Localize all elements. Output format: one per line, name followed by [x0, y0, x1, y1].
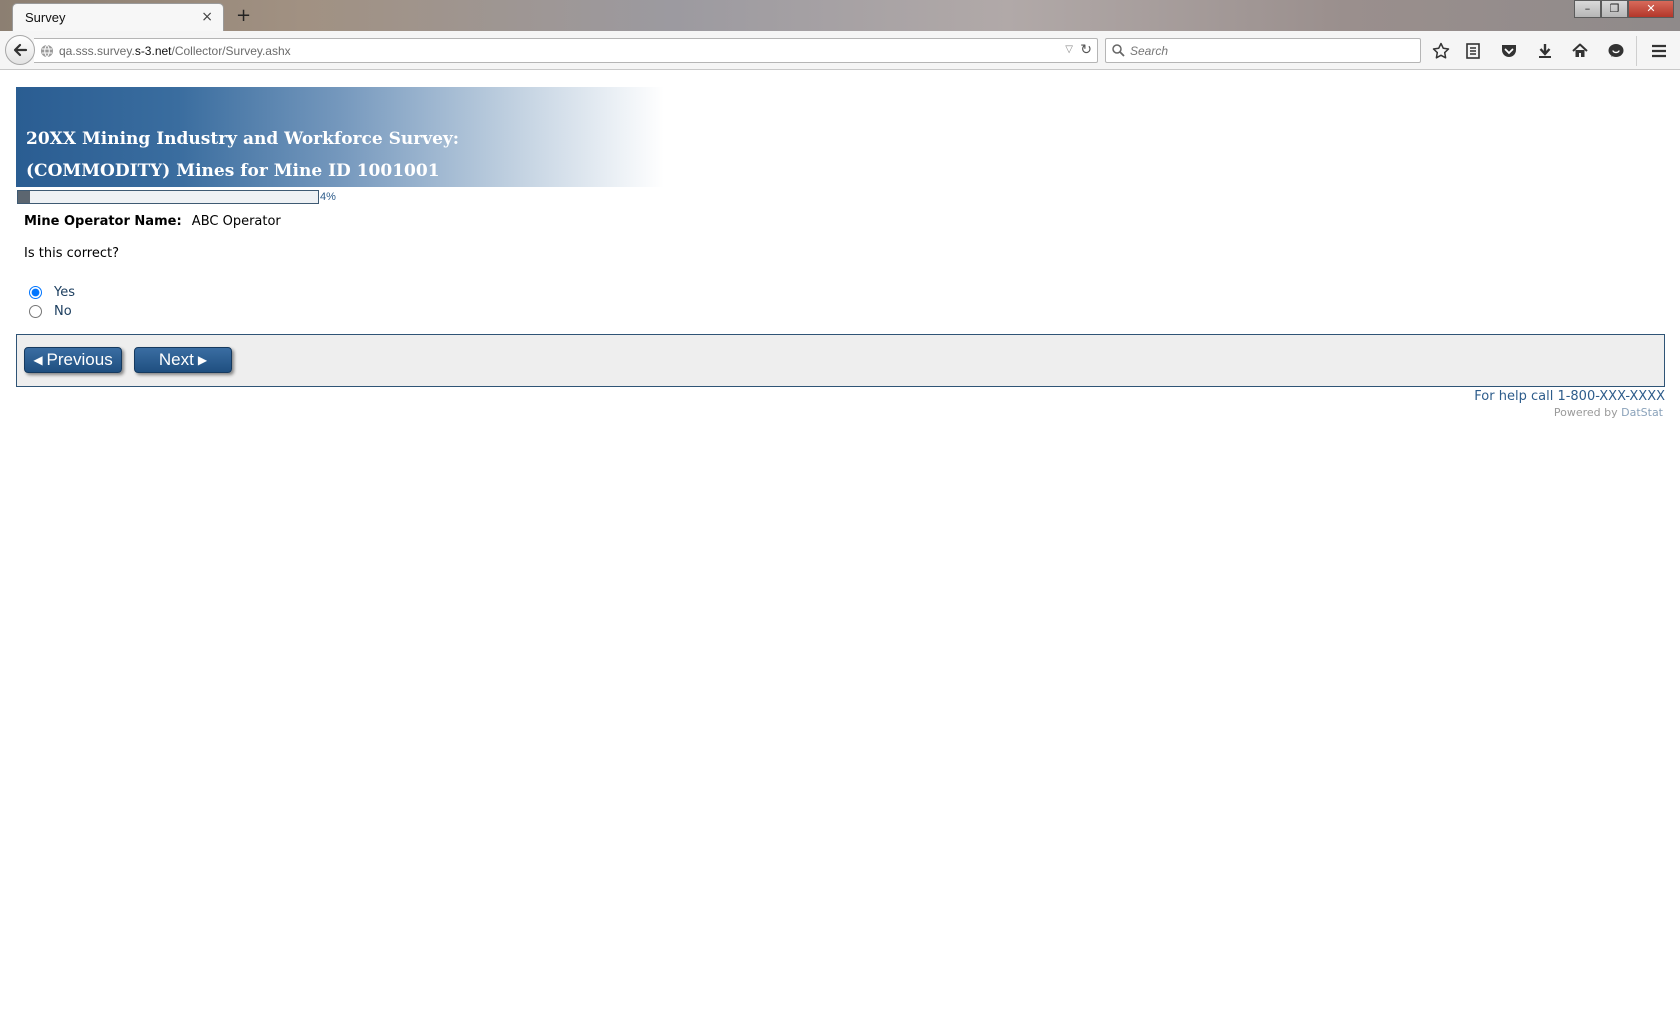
bookmark-star-icon[interactable]: [1430, 40, 1452, 62]
menu-hamburger-icon[interactable]: [1648, 40, 1670, 62]
progress-bar: [17, 190, 319, 204]
survey-page: 20XX Mining Industry and Workforce Surve…: [16, 87, 1665, 419]
url-text[interactable]: qa.sss.survey.s-3.net/Collector/Survey.a…: [59, 44, 291, 58]
restore-button[interactable]: ❐: [1601, 0, 1628, 18]
browser-title-bar: Survey × + – ❐ ✕: [0, 0, 1680, 31]
previous-button-label: Previous: [46, 350, 113, 369]
previous-button[interactable]: ◀ Previous: [24, 347, 122, 373]
tab-close-icon[interactable]: ×: [201, 9, 213, 25]
survey-title-line-1: 20XX Mining Industry and Workforce Surve…: [26, 129, 460, 149]
radio-no[interactable]: [29, 305, 42, 318]
back-button[interactable]: [5, 35, 35, 65]
progress-bar-fill: [18, 191, 30, 203]
pocket-icon[interactable]: [1498, 40, 1520, 62]
search-bar[interactable]: [1105, 38, 1421, 63]
survey-title: 20XX Mining Industry and Workforce Surve…: [26, 123, 459, 187]
next-button[interactable]: Next ▶: [134, 347, 232, 373]
option-yes-label: Yes: [54, 285, 75, 300]
datstat-link[interactable]: DatStat: [1621, 406, 1663, 419]
toolbar-separator: [1636, 36, 1637, 66]
close-window-button[interactable]: ✕: [1628, 0, 1674, 18]
powered-by-prefix: Powered by: [1553, 406, 1618, 419]
browser-navigation-toolbar: qa.sss.survey.s-3.net/Collector/Survey.a…: [0, 31, 1680, 70]
radio-yes[interactable]: [29, 286, 42, 299]
triangle-right-icon: ▶: [197, 353, 208, 367]
new-tab-button[interactable]: +: [236, 5, 251, 26]
survey-navigation-panel: ◀ Previous Next ▶: [16, 334, 1665, 387]
powered-by: Powered by DatStat: [16, 406, 1663, 419]
option-yes[interactable]: Yes: [29, 283, 1664, 302]
back-arrow-icon: [13, 43, 28, 57]
next-button-label: Next: [158, 350, 194, 369]
option-no[interactable]: No: [29, 302, 1664, 321]
browser-tab[interactable]: Survey ×: [12, 3, 224, 31]
answer-options: Yes No: [29, 283, 1664, 321]
triangle-left-icon: ◀: [33, 353, 43, 367]
search-input[interactable]: [1130, 41, 1410, 60]
question-text: Is this correct?: [24, 246, 120, 261]
minimize-button[interactable]: –: [1574, 0, 1601, 18]
tab-title: Survey: [25, 10, 66, 25]
search-icon: [1112, 44, 1125, 57]
reload-icon[interactable]: ↻: [1080, 42, 1092, 58]
mine-operator-label: Mine Operator Name:: [24, 214, 182, 229]
hello-chat-icon[interactable]: [1605, 40, 1627, 62]
home-icon[interactable]: [1569, 40, 1591, 62]
bookmarks-list-icon[interactable]: [1462, 40, 1484, 62]
globe-icon: [41, 44, 53, 58]
progress-percent-label: 4%: [320, 191, 336, 203]
survey-title-line-2: (COMMODITY) Mines for Mine ID 1001001: [26, 161, 440, 181]
help-phone-text: For help call 1-800-XXX-XXXX: [1474, 389, 1665, 404]
downloads-icon[interactable]: [1534, 40, 1556, 62]
option-no-label: No: [54, 304, 72, 319]
window-controls: – ❐ ✕: [1574, 0, 1674, 18]
url-bar[interactable]: qa.sss.survey.s-3.net/Collector/Survey.a…: [34, 38, 1098, 63]
mine-operator-row: Mine Operator Name: ABC Operator: [24, 214, 1664, 229]
progress-indicator: 4%: [16, 189, 1664, 205]
url-history-dropdown-icon[interactable]: ▽: [1065, 44, 1073, 55]
mine-operator-value: ABC Operator: [191, 214, 281, 229]
survey-header-banner: 20XX Mining Industry and Workforce Surve…: [16, 87, 664, 187]
